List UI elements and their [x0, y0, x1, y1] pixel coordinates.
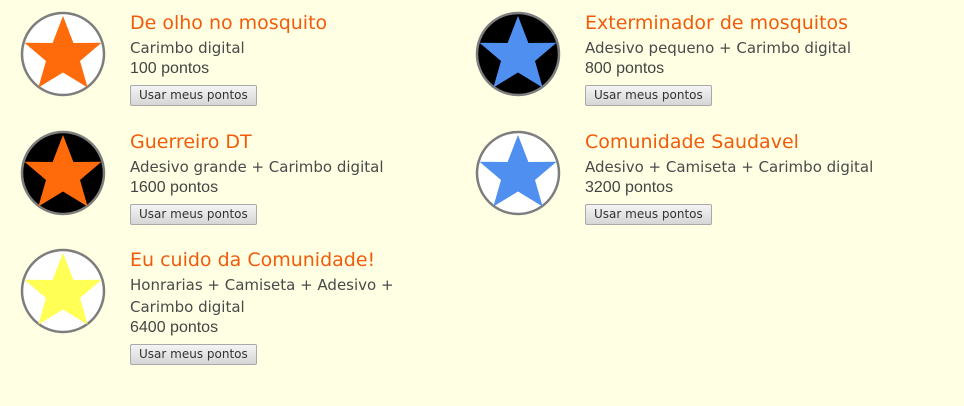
reward-points: 800 pontos [585, 60, 665, 77]
reward-info: Guerreiro DT Adesivo grande + Carimbo di… [130, 130, 430, 225]
badge [20, 248, 106, 334]
reward-info: Comunidade Saudavel Adesivo + Camiseta +… [585, 130, 885, 225]
badge [475, 11, 561, 97]
star-icon [475, 11, 561, 97]
rewards-page: De olho no mosquito Carimbo digital 100 … [0, 0, 964, 406]
reward-info: De olho no mosquito Carimbo digital 100 … [130, 11, 430, 106]
reward-title: Guerreiro DT [130, 131, 252, 153]
reward-description: Carimbo digital [130, 39, 245, 57]
use-points-button[interactable]: Usar meus pontos [130, 344, 257, 365]
reward-points: 6400 pontos [130, 319, 219, 336]
reward-description: Honrarias + Camiseta + Adesivo + Carimbo… [130, 276, 394, 316]
star-icon [20, 130, 106, 216]
reward-title: De olho no mosquito [130, 12, 328, 34]
use-points-button[interactable]: Usar meus pontos [130, 204, 257, 225]
star-icon [20, 248, 106, 334]
reward-title: Eu cuido da Comunidade! [130, 249, 376, 271]
reward-points: 1600 pontos [130, 179, 219, 196]
reward-title: Comunidade Saudavel [585, 131, 799, 153]
badge [475, 130, 561, 216]
reward-description: Adesivo pequeno + Carimbo digital [585, 39, 852, 57]
reward-description: Adesivo + Camiseta + Carimbo digital [585, 158, 874, 176]
use-points-button[interactable]: Usar meus pontos [585, 204, 712, 225]
reward-info: Eu cuido da Comunidade! Honrarias + Cami… [130, 248, 420, 365]
star-icon [475, 130, 561, 216]
badge [20, 130, 106, 216]
reward-info: Exterminador de mosquitos Adesivo pequen… [585, 11, 885, 106]
reward-points: 3200 pontos [585, 179, 674, 196]
reward-description: Adesivo grande + Carimbo digital [130, 158, 384, 176]
badge [20, 11, 106, 97]
reward-points: 100 pontos [130, 60, 210, 77]
use-points-button[interactable]: Usar meus pontos [585, 85, 712, 106]
star-icon [20, 11, 106, 97]
use-points-button[interactable]: Usar meus pontos [130, 85, 257, 106]
reward-title: Exterminador de mosquitos [585, 12, 849, 34]
